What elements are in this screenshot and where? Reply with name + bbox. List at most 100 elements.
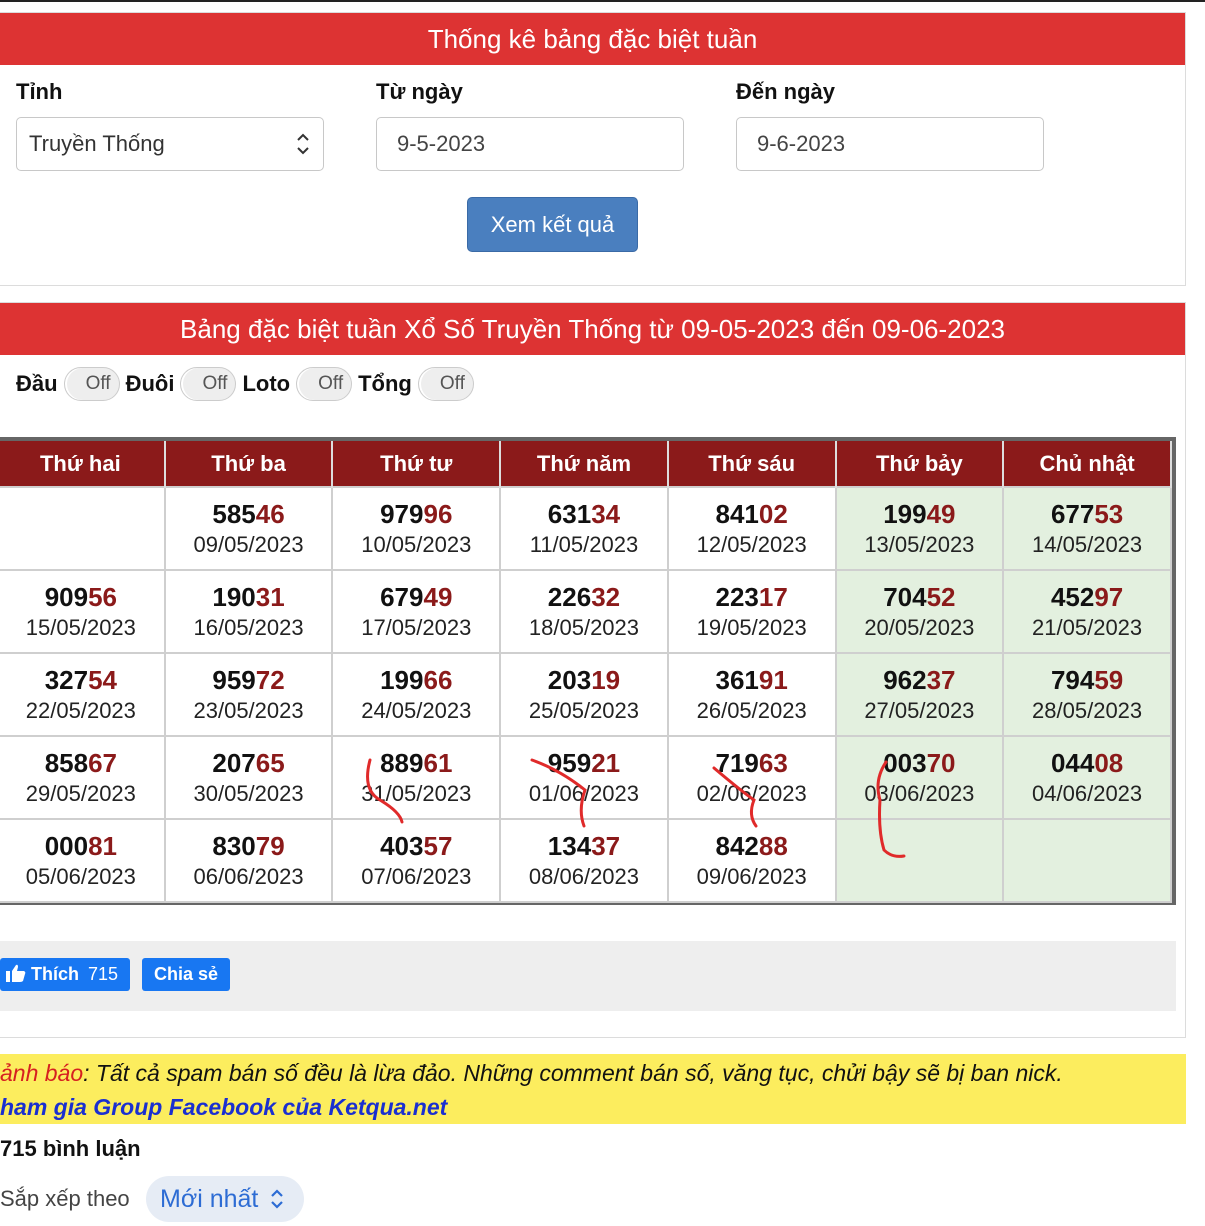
- special-number: 96237: [837, 664, 1003, 696]
- result-cell: 36191 26/05/2023: [666, 652, 837, 737]
- day-header: Thứ năm: [500, 441, 669, 487]
- number-head: 889: [380, 747, 424, 778]
- number-head: 842: [715, 830, 759, 861]
- view-results-button[interactable]: Xem kết quả: [467, 197, 638, 252]
- number-tail: 17: [758, 581, 788, 612]
- number-head: 361: [715, 664, 759, 695]
- number-head: 207: [212, 747, 256, 778]
- number-tail: 91: [758, 664, 788, 695]
- draw-date: 30/05/2023: [193, 780, 304, 806]
- toggle-dau[interactable]: Off: [63, 367, 120, 401]
- result-cell: 32754 22/05/2023: [0, 652, 166, 737]
- result-cell: 19949 13/05/2023: [834, 486, 1005, 571]
- result-cell: 22317 19/05/2023: [666, 569, 837, 654]
- special-number: 40357: [333, 830, 499, 862]
- result-cell: [0, 486, 166, 571]
- number-tail: 63: [758, 747, 788, 778]
- special-number: 58546: [166, 498, 332, 530]
- number-head: 223: [715, 581, 759, 612]
- chevron-updown-icon: [269, 1185, 285, 1213]
- province-select[interactable]: Truyền Thống: [16, 117, 324, 171]
- number-head: 403: [380, 830, 424, 861]
- warning-body: : Tất cả spam bán số đều là lừa đảo. Nhữ…: [83, 1060, 1063, 1086]
- draw-date: 25/05/2023: [528, 697, 640, 723]
- draw-date: 14/05/2023: [1032, 531, 1143, 557]
- draw-date: 04/06/2023: [1032, 780, 1143, 806]
- number-head: 679: [380, 581, 424, 612]
- number-tail: 08: [1094, 747, 1124, 778]
- weekly-table-panel: Bảng đặc biệt tuần Xổ Số Truyền Thống từ…: [0, 302, 1186, 1038]
- fb-like-count: 715: [88, 964, 119, 984]
- number-tail: 53: [1094, 498, 1124, 529]
- result-cell: 67949 17/05/2023: [331, 569, 502, 654]
- special-number: 00370: [837, 747, 1003, 779]
- result-cell: 63134 11/05/2023: [499, 486, 669, 571]
- number-tail: 46: [255, 498, 285, 529]
- facebook-group-link[interactable]: ham gia Group Facebook của Ketqua.net: [0, 1094, 447, 1121]
- number-head: 134: [547, 830, 592, 861]
- warning-banner: ảnh báo: Tất cả spam bán số đều là lừa đ…: [0, 1054, 1186, 1124]
- number-tail: 54: [88, 664, 117, 695]
- number-tail: 37: [591, 830, 621, 861]
- draw-date: 31/05/2023: [361, 780, 472, 806]
- special-number: 67753: [1004, 498, 1170, 530]
- special-number: 79459: [1004, 664, 1170, 696]
- search-panel: Thống kê bảng đặc biệt tuần Tỉnh Truyền …: [0, 12, 1186, 286]
- day-header: Thứ ba: [164, 441, 334, 487]
- from-date-input[interactable]: 9-5-2023: [376, 117, 684, 171]
- number-tail: 81: [88, 830, 117, 861]
- number-head: 841: [715, 498, 759, 529]
- table-row: 32754 22/05/2023 95972 23/05/2023 19966 24/05…: [0, 652, 1172, 737]
- draw-date: 24/05/2023: [361, 697, 472, 723]
- draw-date: 08/06/2023: [528, 863, 640, 889]
- number-head: 199: [380, 664, 424, 695]
- day-header: Thứ sáu: [667, 441, 837, 487]
- result-cell: 67753 14/05/2023: [1002, 486, 1172, 571]
- result-cell: 19966 24/05/2023: [331, 652, 502, 737]
- result-cell: 20319 25/05/2023: [499, 652, 669, 737]
- draw-date: 03/06/2023: [864, 780, 975, 806]
- from-date-label: Từ ngày: [376, 79, 463, 104]
- draw-date: 20/05/2023: [864, 614, 975, 640]
- draw-date: 01/06/2023: [528, 780, 640, 806]
- number-tail: 61: [423, 747, 453, 778]
- number-tail: 37: [926, 664, 956, 695]
- number-tail: 34: [591, 498, 621, 529]
- number-tail: 52: [926, 581, 956, 612]
- number-head: 979: [380, 498, 424, 529]
- toggle-loto[interactable]: Off: [296, 367, 353, 401]
- special-number: 95972: [166, 664, 332, 696]
- sort-select[interactable]: Mới nhất: [146, 1176, 304, 1222]
- number-tail: 72: [255, 664, 285, 695]
- number-tail: 66: [423, 664, 453, 695]
- special-number: 04408: [1004, 747, 1170, 779]
- number-head: 719: [715, 747, 759, 778]
- toggle-tong[interactable]: Off: [417, 367, 474, 401]
- top-divider: [0, 0, 1205, 2]
- to-date-input[interactable]: 9-6-2023: [736, 117, 1044, 171]
- result-cell: 04408 04/06/2023: [1002, 735, 1172, 820]
- number-tail: 59: [1094, 664, 1124, 695]
- result-cell: 85867 29/05/2023: [0, 735, 166, 820]
- number-tail: 02: [758, 498, 788, 529]
- number-head: 858: [44, 747, 89, 778]
- special-number: 67949: [333, 581, 499, 613]
- toggle-duoi[interactable]: Off: [180, 367, 237, 401]
- fb-like-button[interactable]: Thích 715: [0, 958, 131, 991]
- number-tail: 70: [926, 747, 956, 778]
- toggle-label-duoi: Đuôi: [125, 371, 175, 396]
- draw-date: 16/05/2023: [193, 614, 304, 640]
- fb-share-button[interactable]: Chia sẻ: [142, 958, 231, 991]
- result-cell: 90956 15/05/2023: [0, 569, 166, 654]
- special-number: 45297: [1004, 581, 1170, 613]
- draw-date: 19/05/2023: [696, 614, 807, 640]
- table-row: 90956 15/05/2023 19031 16/05/2023 67949 17/05…: [0, 569, 1172, 654]
- result-cell: 95972 23/05/2023: [163, 652, 334, 737]
- result-cell: 45297 21/05/2023: [1002, 569, 1172, 654]
- number-head: 959: [547, 747, 592, 778]
- number-tail: 65: [255, 747, 285, 778]
- number-head: 327: [44, 664, 89, 695]
- result-cell: 97996 10/05/2023: [331, 486, 502, 571]
- results-grid: Thứ hai Thứ ba Thứ tư Thứ năm Thứ sáu Thứ bảy…: [0, 437, 1176, 905]
- day-header: Chủ nhật: [1003, 441, 1172, 487]
